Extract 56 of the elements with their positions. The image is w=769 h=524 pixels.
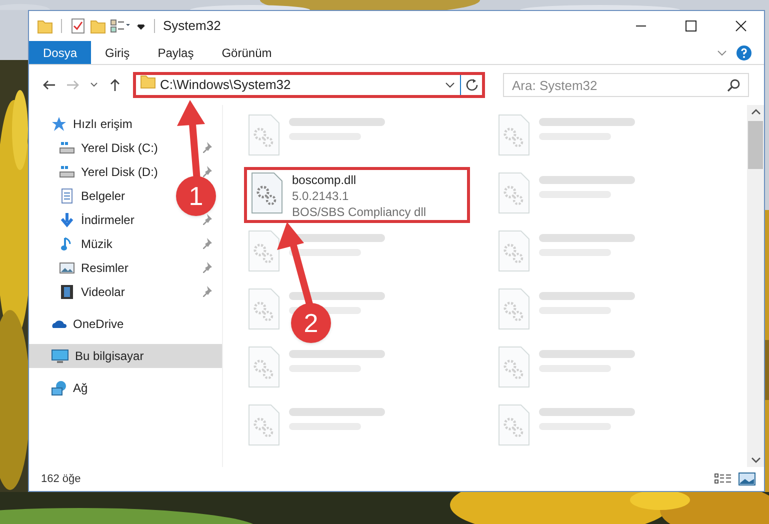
search-icon[interactable] <box>727 78 741 92</box>
blurred-file-icon <box>497 114 531 156</box>
window-title: System32 <box>163 17 221 36</box>
blurred-file-icon <box>497 230 531 272</box>
sidebar-item[interactable]: Belgeler <box>81 187 126 205</box>
blurred-file-icon <box>247 404 281 446</box>
file-name: boscomp.dll <box>292 172 358 188</box>
ribbon-tab[interactable]: Görünüm <box>208 41 286 64</box>
drive-icon <box>59 140 75 156</box>
blurred-file-icon <box>497 172 531 214</box>
picture-icon <box>59 260 75 276</box>
blurred-file-icon <box>497 346 531 388</box>
blurred-file-icon <box>247 346 281 388</box>
blurred-file-icon <box>497 288 531 330</box>
sidebar-item[interactable]: Bu bilgisayar <box>29 344 222 368</box>
sidebar-item[interactable]: Resimler <box>81 259 128 277</box>
monitor-icon <box>51 348 69 364</box>
sidebar-item[interactable]: Yerel Disk (D:) <box>81 163 158 181</box>
tiles-view-icon[interactable] <box>738 472 756 486</box>
blurred-file-icon <box>247 230 281 272</box>
ribbon-tab[interactable]: Giriş <box>91 41 144 64</box>
drive-icon <box>59 164 75 180</box>
sidebar-item[interactable]: Müzik <box>81 235 112 253</box>
sidebar-item[interactable]: OneDrive <box>73 315 124 333</box>
star-icon <box>51 116 67 132</box>
help-icon[interactable] <box>736 44 752 60</box>
address-path: C:\Windows\System32 <box>160 76 292 94</box>
scrollbar-thumb[interactable] <box>748 121 763 169</box>
search-field[interactable]: Ara: System32 <box>503 73 749 97</box>
ribbon-tab[interactable]: Paylaş <box>144 41 208 64</box>
blurred-text-bar <box>289 249 361 256</box>
sidebar-item[interactable]: Hızlı erişim <box>73 115 132 133</box>
network-icon <box>51 380 67 396</box>
sidebar-item[interactable]: Yerel Disk (C:) <box>81 139 158 157</box>
file-item[interactable]: boscomp.dll 5.0.2143.1 BOS/SBS Compliancy dll <box>244 167 470 223</box>
item-count: 162 öğe <box>41 472 82 487</box>
checklist-icon[interactable] <box>70 18 86 34</box>
folder-icon <box>37 18 53 34</box>
sidebar-label: Bu bilgisayar <box>75 348 144 365</box>
download-icon <box>59 212 75 228</box>
details-view-icon[interactable] <box>714 472 732 486</box>
properties-icon[interactable] <box>110 18 132 34</box>
address-bar[interactable]: C:\Windows\System32 <box>133 72 485 98</box>
blurred-file-icon <box>497 404 531 446</box>
film-icon <box>59 284 75 300</box>
blurred-file-icon <box>247 288 281 330</box>
file-gear-icon <box>250 172 284 214</box>
sidebar-item[interactable]: Videolar <box>81 283 125 301</box>
document-icon <box>59 188 75 204</box>
sidebar-item[interactable]: İndirmeler <box>81 211 134 229</box>
ribbon-tab[interactable]: Dosya <box>29 41 92 64</box>
file-detail: 5.0.2143.1 <box>292 188 350 204</box>
sidebar-item[interactable]: Ağ <box>73 379 88 397</box>
folder-icon <box>140 73 156 89</box>
blurred-file-icon <box>247 114 281 156</box>
file-detail: BOS/SBS Compliancy dll <box>292 204 426 220</box>
